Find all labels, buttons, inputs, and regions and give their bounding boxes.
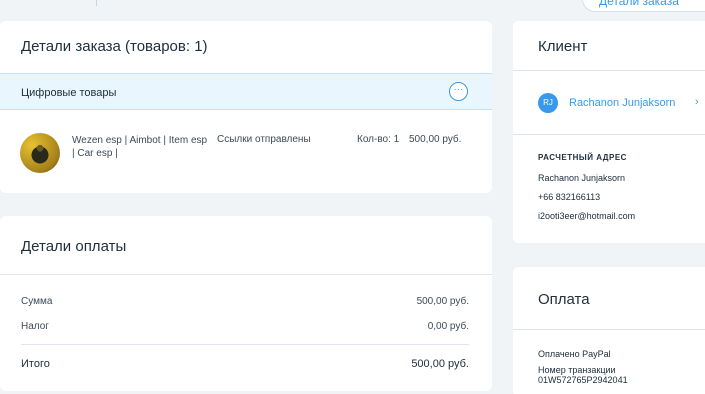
subtotal-label: Сумма [21, 296, 53, 307]
product-name[interactable]: Wezen esp | Aimbot | Item esp | Car esp … [72, 134, 212, 160]
product-price: 500,00 руб. [409, 134, 462, 145]
client-card: Клиент RJ Rachanon Junjaksorn › РАСЧЕТНЫ… [513, 21, 705, 243]
billing-name: Rachanon Junjaksorn [538, 173, 626, 183]
digital-goods-label: Цифровые товары [21, 87, 117, 99]
paid-via-text: Оплачено PayPal [538, 349, 611, 359]
tax-row: Налог 0,00 руб. [21, 321, 469, 332]
tax-label: Налог [21, 321, 49, 332]
payment-header-divider [0, 274, 492, 275]
transaction-id: 01W572765P2942041 [538, 375, 628, 385]
avatar[interactable]: RJ [538, 93, 558, 113]
billing-address-title: РАСЧЕТНЫЙ АДРЕС [538, 153, 627, 162]
payment-details-title: Детали оплаты [21, 238, 127, 255]
billing-phone: +66 832166113 [538, 192, 601, 202]
subtotal-value: 500,00 руб. [416, 296, 469, 307]
delivery-status: Ссылки отправлены [217, 134, 311, 145]
payment-status-title: Оплата [538, 291, 590, 308]
top-divider-mark [96, 0, 97, 6]
chevron-right-icon[interactable]: › [695, 96, 699, 108]
total-row: Итого 500,00 руб. [21, 358, 469, 370]
client-section-divider [513, 134, 705, 135]
subtotal-row: Сумма 500,00 руб. [21, 296, 469, 307]
payment-status-card: Оплата Оплачено PayPal Номер транзакции … [513, 267, 705, 394]
product-thumbnail [20, 133, 60, 173]
transaction-label: Номер транзакции [538, 365, 616, 375]
total-value: 500,00 руб. [411, 358, 469, 370]
client-name-link[interactable]: Rachanon Junjaksorn [569, 97, 675, 109]
total-label: Итого [21, 358, 50, 370]
digital-goods-section: Цифровые товары ··· [0, 73, 492, 110]
payment-details-card: Детали оплаты Сумма 500,00 руб. Налог 0,… [0, 216, 492, 391]
product-quantity: Кол-во: 1 [357, 134, 400, 145]
payment-status-divider [513, 329, 705, 330]
tax-value: 0,00 руб. [427, 321, 469, 332]
order-details-card: Детали заказа (товаров: 1) Цифровые това… [0, 21, 492, 193]
order-details-title: Детали заказа (товаров: 1) [21, 38, 208, 55]
top-action-button[interactable]: Детали заказа [582, 0, 705, 12]
client-title: Клиент [538, 38, 588, 55]
client-header-divider [513, 70, 705, 71]
more-actions-icon[interactable]: ··· [449, 82, 468, 101]
billing-email: i2ooti3eer@hotmail.com [538, 211, 636, 221]
total-divider [21, 344, 469, 345]
